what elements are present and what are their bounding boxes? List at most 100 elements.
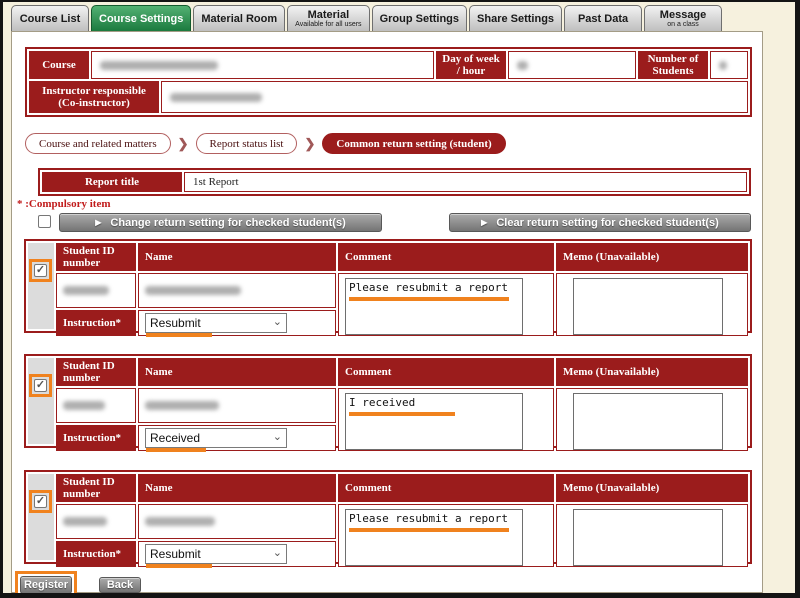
tab-material[interactable]: Material Available for all users [287,5,369,31]
breadcrumb-course-related[interactable]: Course and related matters [25,133,171,154]
student-id-cell [56,273,136,308]
compulsory-item-note: * :Compulsory item [17,198,111,210]
day-of-week-label: Day of week / hour [436,51,506,79]
footer-actions: Register Back [15,570,141,598]
name-header: Name [138,358,336,386]
tab-group-settings[interactable]: Group Settings [372,5,467,31]
instruction-select[interactable]: Received [145,428,287,448]
redacted-student-id [63,401,105,410]
memo-header: Memo (Unavailable) [556,474,748,502]
breadcrumb-common-return-setting: Common return setting (student) [322,133,505,154]
instructor-label: Instructor responsible (Co-instructor) [29,81,159,113]
student-checkbox[interactable]: ✓ [34,379,47,392]
tab-label: Course Settings [99,13,183,25]
student-block-1: ✓ Student ID number Name Comment Memo (U… [24,239,752,333]
table-header-row: Student ID number Name Comment Memo (Una… [56,474,748,502]
instruction-label: Instruction* [56,310,136,336]
student-id-cell [56,504,136,539]
memo-cell [556,504,748,567]
tab-label: Message [660,9,706,21]
button-label: Change return setting for checked studen… [110,217,345,229]
memo-cell [556,273,748,336]
tab-label: Material [308,9,350,21]
chevron-right-icon: ❯ [178,136,189,152]
annotation-underline [146,333,212,337]
tab-message[interactable]: Message on a class [644,5,722,31]
instruction-select[interactable]: Resubmit [145,313,287,333]
table-header-row: Student ID number Name Comment Memo (Una… [56,358,748,386]
tab-course-settings[interactable]: Course Settings [91,5,191,31]
instruction-cell: Resubmit ⌄ [138,541,336,567]
tab-label: Past Data [578,13,628,25]
student-id-header: Student ID number [56,358,136,386]
back-button[interactable]: Back [99,577,141,593]
memo-header: Memo (Unavailable) [556,243,748,271]
redacted-count [719,61,727,70]
table-header-row: Student ID number Name Comment Memo (Una… [56,243,748,271]
comment-header: Comment [338,358,554,386]
comment-textarea[interactable]: I received [345,393,523,450]
annotation-underline [146,564,212,568]
memo-textarea[interactable] [573,278,723,335]
checkbox-column: ✓ [28,358,54,444]
redacted-student-name [145,286,241,295]
memo-cell [556,388,748,451]
redacted-instructor-name [170,93,262,102]
tab-bar: Course List Course Settings Material Roo… [11,4,722,31]
student-name-cell [138,273,336,308]
annotation-highlight-box: Register [15,571,77,598]
student-id-header: Student ID number [56,474,136,502]
memo-textarea[interactable] [573,393,723,450]
course-value [91,51,434,79]
instruction-label: Instruction* [56,541,136,567]
clear-return-setting-button[interactable]: ▶ Clear return setting for checked stude… [449,213,751,232]
report-title-table: Report title 1st Report [38,168,751,196]
tab-label: Course List [20,13,81,25]
tab-label: Group Settings [380,13,459,25]
student-block-3: ✓ Student ID number Name Comment Memo (U… [24,470,752,564]
tab-course-list[interactable]: Course List [11,5,89,31]
breadcrumb: Course and related matters ❯ Report stat… [25,133,506,154]
annotation-underline [349,412,455,416]
annotation-underline [349,528,509,532]
instruction-label: Instruction* [56,425,136,451]
register-button[interactable]: Register [20,576,72,594]
content-panel: Course Day of week / hour Number of Stud… [11,31,763,593]
student-id-header: Student ID number [56,243,136,271]
checkbox-column: ✓ [28,243,54,329]
instruction-cell: Received ⌄ [138,425,336,451]
memo-textarea[interactable] [573,509,723,566]
tab-label: Share Settings [477,13,554,25]
tab-sublabel: Available for all users [295,21,361,29]
comment-cell: I received [338,388,554,451]
button-label: Clear return setting for checked student… [496,217,719,229]
comment-cell: Please resubmit a report [338,273,554,336]
comment-textarea[interactable]: Please resubmit a report [345,509,523,566]
tab-share-settings[interactable]: Share Settings [469,5,562,31]
change-return-setting-button[interactable]: ▶ Change return setting for checked stud… [59,213,382,232]
instruction-select[interactable]: Resubmit [145,544,287,564]
course-info-table: Course Day of week / hour Number of Stud… [25,47,752,117]
student-checkbox[interactable]: ✓ [34,264,47,277]
page: Course List Course Settings Material Roo… [0,0,800,598]
redacted-student-id [63,517,107,526]
student-name-cell [138,388,336,423]
report-title-label: Report title [42,172,182,192]
student-checkbox[interactable]: ✓ [34,495,47,508]
report-title-value: 1st Report [184,172,747,192]
number-of-students-value [710,51,748,79]
annotation-underline [146,448,206,452]
redacted-day [517,61,528,70]
tab-label: Material Room [201,13,277,25]
play-arrow-icon: ▶ [481,219,487,227]
breadcrumb-report-status-list[interactable]: Report status list [196,133,298,154]
redacted-course-name [100,61,218,70]
tab-past-data[interactable]: Past Data [564,5,642,31]
name-header: Name [138,243,336,271]
comment-textarea[interactable]: Please resubmit a report [345,278,523,335]
tab-material-room[interactable]: Material Room [193,5,285,31]
memo-header: Memo (Unavailable) [556,358,748,386]
select-all-checkbox[interactable] [38,215,51,228]
day-of-week-value [508,51,636,79]
chevron-right-icon: ❯ [304,136,315,152]
